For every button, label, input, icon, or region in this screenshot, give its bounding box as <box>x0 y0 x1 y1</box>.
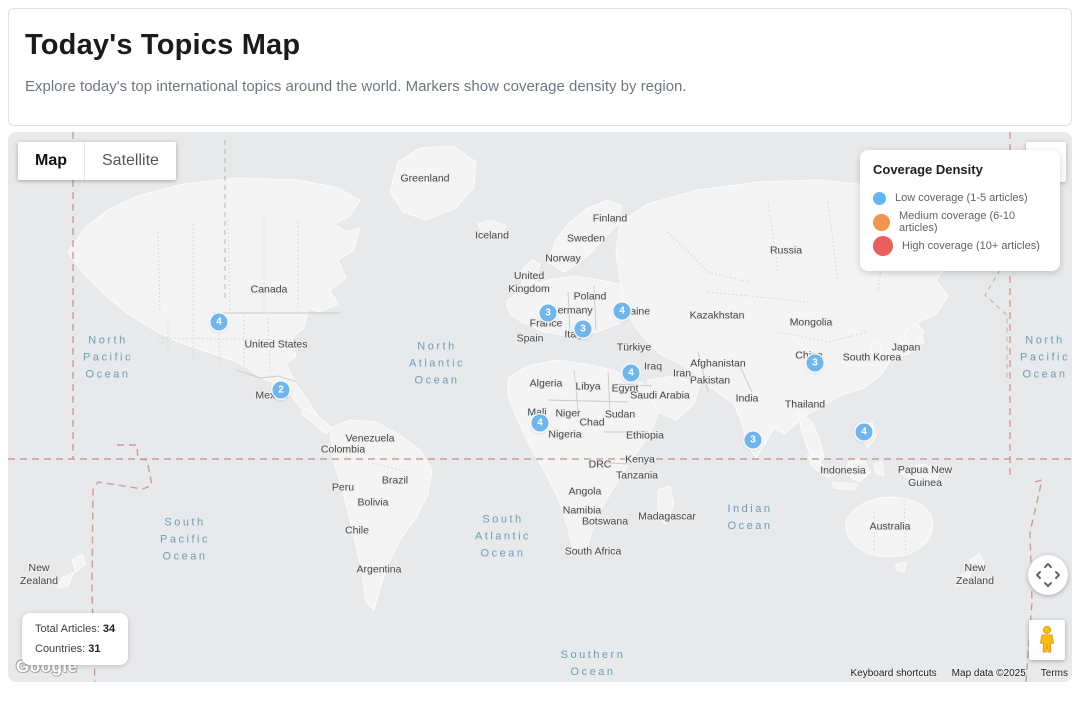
country-label: Kenya <box>625 453 655 466</box>
country-label: Thailand <box>785 398 825 411</box>
country-label: Mongolia <box>790 316 833 329</box>
map-button[interactable]: Map <box>18 142 84 180</box>
country-label: Greenland <box>400 172 449 185</box>
country-label: Argentina <box>357 563 402 576</box>
map-marker[interactable]: 3 <box>540 305 557 322</box>
legend-dot-icon <box>873 192 886 205</box>
attribution-bar: Keyboard shortcuts Map data ©2025 Terms <box>851 668 1069 679</box>
pegman-icon <box>1038 625 1056 655</box>
total-articles-line: Total Articles: 34 <box>35 623 115 635</box>
country-label: Nigeria <box>548 428 581 441</box>
terms-link[interactable]: Terms <box>1041 668 1068 679</box>
satellite-button[interactable]: Satellite <box>84 142 176 180</box>
country-label: Colombia <box>321 443 365 456</box>
legend-item-label: High coverage (10+ articles) <box>902 240 1040 252</box>
ocean-label: Southern Ocean <box>561 647 626 681</box>
country-label: Iraq <box>644 360 662 373</box>
legend-dot-icon <box>873 236 893 256</box>
country-label: Norway <box>545 252 581 265</box>
country-label: Papua New Guinea <box>898 464 952 490</box>
country-label: Türkiye <box>617 341 651 354</box>
map-data-text: Map data ©2025 <box>952 668 1026 679</box>
country-label: New Zealand <box>956 562 994 588</box>
country-label: United Kingdom <box>508 270 549 296</box>
countries-value: 31 <box>88 643 100 655</box>
country-label: Spain <box>517 332 544 345</box>
country-label: Chile <box>345 524 369 537</box>
legend-item-label: Low coverage (1-5 articles) <box>895 192 1028 204</box>
country-label: Afghanistan <box>690 357 745 370</box>
country-label: Finland <box>593 212 627 225</box>
country-label: Ethiopia <box>626 429 664 442</box>
map-marker[interactable]: 2 <box>273 382 290 399</box>
map-type-control: Map Satellite <box>18 142 176 180</box>
pan-control[interactable] <box>1028 555 1068 595</box>
coverage-legend: Coverage Density Low coverage (1-5 artic… <box>860 150 1060 271</box>
country-label: South Africa <box>565 545 622 558</box>
map-marker[interactable]: 4 <box>856 424 873 441</box>
country-label: Bolivia <box>358 496 389 509</box>
map-canvas[interactable]: North Pacific Ocean North Atlantic Ocean S… <box>8 132 1072 682</box>
country-label: Kazakhstan <box>690 309 745 322</box>
country-label: Chad <box>579 416 604 429</box>
map-marker[interactable]: 4 <box>211 314 228 331</box>
country-label: Sudan <box>605 408 635 421</box>
country-label: Poland <box>574 290 607 303</box>
country-label: United States <box>244 338 307 351</box>
total-articles-value: 34 <box>103 623 115 635</box>
pegman-button[interactable] <box>1029 620 1065 660</box>
country-label: Russia <box>770 244 802 257</box>
total-articles-label: Total Articles: <box>35 623 100 635</box>
country-label: Iceland <box>475 229 509 242</box>
country-label: South Korea <box>843 351 901 364</box>
country-label: Peru <box>332 481 354 494</box>
country-label: Libya <box>575 380 600 393</box>
country-label: Madagascar <box>638 510 696 523</box>
legend-items: Low coverage (1-5 articles) Medium covera… <box>873 186 1047 258</box>
country-label: Angola <box>569 485 602 498</box>
ocean-label: North Atlantic Ocean <box>409 338 465 389</box>
page-subtitle: Explore today's top international topics… <box>25 78 1055 95</box>
country-label: Pakistan <box>690 374 730 387</box>
map-marker[interactable]: 3 <box>745 432 762 449</box>
legend-item: High coverage (10+ articles) <box>873 234 1047 258</box>
country-label: DRC <box>589 458 612 471</box>
map-marker[interactable]: 4 <box>623 365 640 382</box>
stats-box: Total Articles: 34 Countries: 31 <box>22 613 128 665</box>
ocean-label: South Pacific Ocean <box>160 514 210 565</box>
country-label: Algeria <box>530 377 563 390</box>
country-label: Australia <box>870 520 911 533</box>
country-label: Sweden <box>567 232 605 245</box>
page-title: Today's Topics Map <box>25 29 1055 62</box>
page: Today's Topics Map Explore today's top i… <box>0 0 1080 704</box>
legend-title: Coverage Density <box>873 162 1047 177</box>
ocean-label: Indian Ocean <box>728 501 773 535</box>
legend-item-label: Medium coverage (6-10 articles) <box>899 210 1047 234</box>
country-label: Niger <box>555 407 580 420</box>
country-label: Saudi Arabia <box>630 389 690 402</box>
ocean-label: North Pacific Ocean <box>83 332 133 383</box>
ocean-label: South Atlantic Ocean <box>475 511 531 562</box>
legend-item: Medium coverage (6-10 articles) <box>873 210 1047 234</box>
country-label: Indonesia <box>820 464 866 477</box>
legend-dot-icon <box>873 214 890 231</box>
header-card: Today's Topics Map Explore today's top i… <box>8 8 1072 126</box>
legend-item: Low coverage (1-5 articles) <box>873 186 1047 210</box>
country-label: Brazil <box>382 474 408 487</box>
keyboard-shortcuts-link[interactable]: Keyboard shortcuts <box>851 668 937 679</box>
country-label: Tanzania <box>616 469 658 482</box>
country-label: Iran <box>673 367 691 380</box>
pan-arrows-icon <box>1035 562 1061 588</box>
country-label: India <box>736 392 759 405</box>
countries-line: Countries: 31 <box>35 643 115 655</box>
map-marker[interactable]: 3 <box>575 321 592 338</box>
country-label: Botswana <box>582 515 628 528</box>
map-marker[interactable]: 4 <box>614 303 631 320</box>
ocean-label: North Pacific Ocean <box>1020 332 1070 383</box>
country-label: Canada <box>251 283 288 296</box>
map-marker[interactable]: 4 <box>532 415 549 432</box>
countries-label: Countries: <box>35 643 85 655</box>
map-marker[interactable]: 3 <box>807 355 824 372</box>
country-label: New Zealand <box>20 562 58 588</box>
